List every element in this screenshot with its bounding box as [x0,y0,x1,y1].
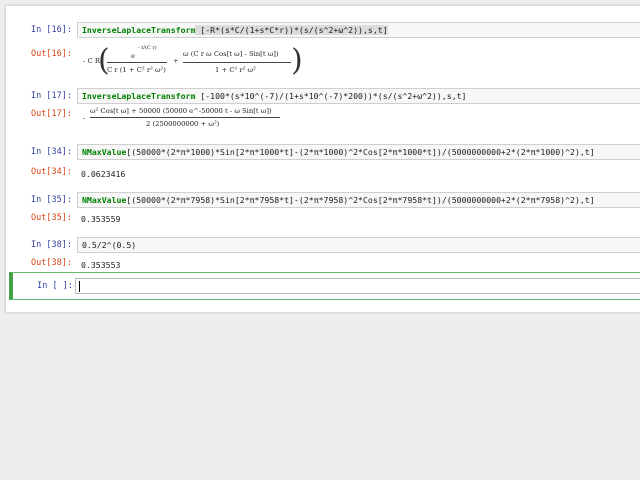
code-input[interactable]: NMaxValue[(50000*(2*π*7958)*Sin[2*π*7958… [77,192,640,208]
code-args: [-100*(s*10^(-7)/(1+s*10^(-7)*200))*(s/(… [195,91,467,101]
numeric-output: 0.0623416 [81,169,126,179]
code-input[interactable]: InverseLaplaceTransform [-R*(s*C/(1+s*C*… [77,22,640,38]
formula-output: - C R ( e - t/(C r) C r (1 + C² r² ω²) +… [81,43,303,80]
right-paren: ) [291,43,303,78]
term2-numerator: ω (C r ω Cos[t ω] - Sin[t ω]) [183,50,279,58]
input-prompt: In [34]: [31,147,72,157]
code-args: [(50000*(2*π*1000)*Sin[2*π*1000*t]-(2*π*… [126,147,595,157]
code-text: 0.5/2^(0.5) [82,240,137,250]
function-name: InverseLaplaceTransform [82,91,196,101]
plus-sign: + [173,57,179,65]
function-name: NMaxValue [82,147,127,157]
code-args: [(50000*(2*π*7958)*Sin[2*π*7958*t]-(2*π*… [126,195,595,205]
input-prompt: In [38]: [31,240,72,250]
numeric-output: 0.353559 [81,214,121,224]
active-code-cell[interactable]: In [ ]: [9,272,640,300]
input-prompt: In [ ]: [37,281,73,291]
output-prompt: Out[35]: [31,213,72,223]
term1-numerator: e [131,52,136,60]
term2-denominator: 1 + C² r² ω² [215,66,256,74]
input-prompt: In [17]: [31,91,72,101]
numerator: ω² Cos[t ω] + 50000 (50000 e^-50000 t - … [90,107,272,115]
output-prompt: Out[34]: [31,167,72,177]
code-input[interactable]: InverseLaplaceTransform [-100*(s*10^(-7)… [77,88,640,104]
function-name: NMaxValue [82,195,127,205]
output-prompt: Out[17]: [31,109,72,119]
code-input[interactable]: 0.5/2^(0.5) [77,237,640,253]
output-prompt: Out[16]: [31,49,72,59]
fraction-bar [107,62,167,63]
denominator: 2 (2500000000 + ω²) [146,120,220,128]
code-editor[interactable] [75,278,640,294]
code-input[interactable]: NMaxValue[(50000*(2*π*1000)*Sin[2*π*1000… [77,144,640,160]
fraction-bar [90,117,280,118]
function-name: InverseLaplaceTransform [82,25,196,35]
formula-output: - ω² Cos[t ω] + 50000 (50000 e^-50000 t … [81,106,301,132]
term1-denominator: C r (1 + C² r² ω²) [107,66,166,74]
numeric-output: 0.353553 [81,260,121,270]
output-prompt: Out[38]: [31,258,72,268]
term1-exponent: - t/(C r) [138,45,157,51]
formula-lead: - [83,114,86,122]
text-cursor [79,281,80,292]
notebook-sheet: In [16]: InverseLaplaceTransform [-R*(s*… [6,6,640,312]
input-prompt: In [16]: [31,25,72,35]
fraction-bar [183,62,291,63]
input-prompt: In [35]: [31,195,72,205]
code-args: [-R*(s*C/(1+s*C*r))*(s/(s^2+ω^2)),s,t] [195,25,388,35]
